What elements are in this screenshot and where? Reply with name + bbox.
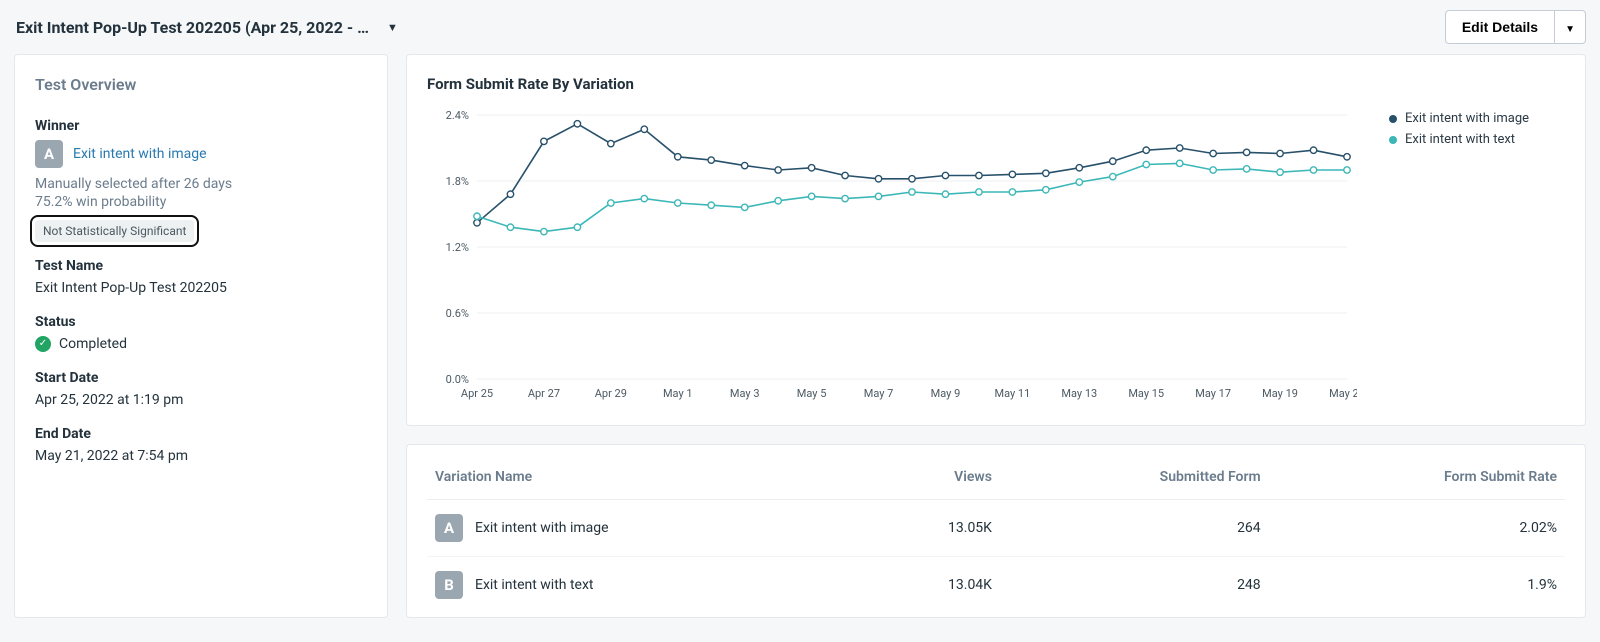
overview-title: Test Overview (35, 75, 367, 94)
variant-badge-b: B (435, 571, 463, 599)
views-value: 13.04K (862, 557, 1000, 614)
winner-selected-after: Manually selected after 26 days (35, 176, 367, 192)
legend-label-a: Exit intent with image (1405, 111, 1529, 126)
significance-badge: Not Statistically Significant (35, 220, 194, 242)
svg-text:1.2%: 1.2% (446, 241, 469, 254)
chart-card: Form Submit Rate By Variation 0.0% 0.6% 1.… (406, 54, 1586, 426)
svg-text:2.4%: 2.4% (446, 109, 469, 122)
edit-details-split-button: Edit Details ▼ (1445, 10, 1586, 44)
edit-details-caret-button[interactable]: ▼ (1555, 10, 1586, 44)
svg-text:0.6%: 0.6% (446, 307, 469, 320)
views-value: 13.05K (862, 500, 1000, 557)
variant-name: Exit intent with text (475, 577, 594, 593)
col-rate[interactable]: Form Submit Rate (1269, 455, 1565, 500)
legend-dot-icon (1389, 115, 1397, 123)
variant-badge-a: A (435, 514, 463, 542)
chart-legend: Exit intent with image Exit intent with … (1375, 107, 1565, 411)
end-date-label: End Date (35, 426, 367, 442)
svg-text:May 13: May 13 (1061, 387, 1097, 400)
results-table: Variation Name Views Submitted Form Form… (427, 455, 1565, 613)
legend-item-a: Exit intent with image (1389, 111, 1565, 126)
rate-value: 2.02% (1269, 500, 1565, 557)
col-variation-name[interactable]: Variation Name (427, 455, 862, 500)
table-row: B Exit intent with text 13.04K 248 1.9% (427, 557, 1565, 614)
col-views[interactable]: Views (862, 455, 1000, 500)
svg-text:May 11: May 11 (994, 387, 1030, 400)
svg-text:May 7: May 7 (864, 387, 894, 400)
svg-text:Apr 27: Apr 27 (528, 387, 560, 400)
rate-value: 1.9% (1269, 557, 1565, 614)
test-selector[interactable]: Exit Intent Pop-Up Test 202205 (Apr 25, … (16, 18, 398, 37)
page-title: Exit Intent Pop-Up Test 202205 (Apr 25, … (16, 18, 369, 37)
status-label: Status (35, 314, 367, 330)
svg-text:Apr 25: Apr 25 (461, 387, 493, 400)
variant-name: Exit intent with image (475, 520, 609, 536)
start-date-label: Start Date (35, 370, 367, 386)
win-probability: 75.2% win probability (35, 194, 367, 210)
svg-text:May 9: May 9 (931, 387, 961, 400)
test-name-value: Exit Intent Pop-Up Test 202205 (35, 280, 367, 296)
winner-variant-link[interactable]: Exit intent with image (73, 146, 207, 162)
svg-text:May 5: May 5 (797, 387, 827, 400)
chevron-down-icon: ▼ (1565, 24, 1575, 35)
svg-text:Apr 29: Apr 29 (595, 387, 627, 400)
legend-dot-icon (1389, 136, 1397, 144)
legend-item-b: Exit intent with text (1389, 132, 1565, 147)
legend-label-b: Exit intent with text (1405, 132, 1515, 147)
svg-text:May 17: May 17 (1195, 387, 1231, 400)
submitted-value: 264 (1000, 500, 1269, 557)
test-overview-panel: Test Overview Winner A Exit intent with … (14, 54, 388, 618)
svg-text:May 19: May 19 (1262, 387, 1298, 400)
end-date-value: May 21, 2022 at 7:54 pm (35, 448, 367, 464)
winner-variant-badge: A (35, 140, 63, 168)
svg-text:May 21: May 21 (1329, 387, 1357, 400)
check-circle-icon: ✓ (35, 336, 51, 352)
edit-details-button[interactable]: Edit Details (1445, 10, 1555, 44)
col-submitted[interactable]: Submitted Form (1000, 455, 1269, 500)
svg-text:May 15: May 15 (1128, 387, 1164, 400)
line-chart: 0.0% 0.6% 1.2% 1.8% 2.4% Apr 25 Apr 27 Apr 29 Ma… (427, 107, 1357, 407)
status-value: Completed (59, 336, 127, 352)
chart-title: Form Submit Rate By Variation (427, 75, 1565, 93)
svg-text:0.0%: 0.0% (446, 373, 469, 386)
winner-label: Winner (35, 118, 367, 134)
results-table-card: Variation Name Views Submitted Form Form… (406, 444, 1586, 618)
svg-text:May 1: May 1 (663, 387, 693, 400)
svg-text:May 3: May 3 (730, 387, 760, 400)
submitted-value: 248 (1000, 557, 1269, 614)
chevron-down-icon: ▼ (387, 21, 398, 34)
svg-text:1.8%: 1.8% (446, 175, 469, 188)
table-row: A Exit intent with image 13.05K 264 2.02… (427, 500, 1565, 557)
start-date-value: Apr 25, 2022 at 1:19 pm (35, 392, 367, 408)
test-name-label: Test Name (35, 258, 367, 274)
